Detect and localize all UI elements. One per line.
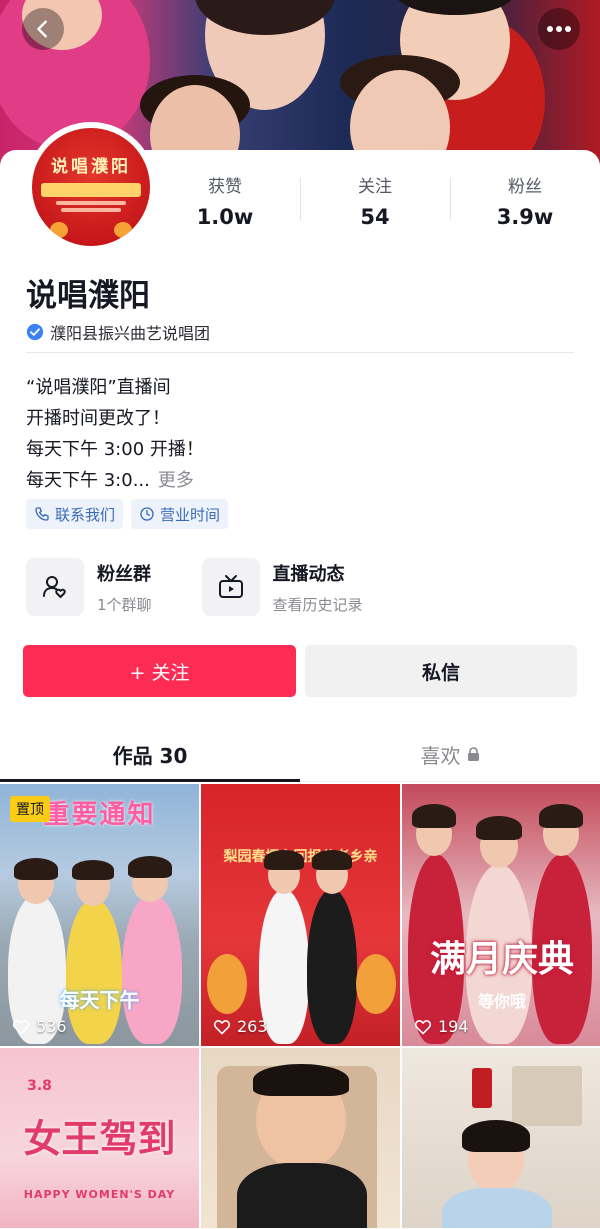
more-dots-icon (547, 26, 571, 32)
video-tile[interactable]: 满月庆典 等你哦 194 (402, 784, 600, 1046)
stat-likes[interactable]: 获赞 1.0w (150, 172, 300, 232)
bio-line: “说唱濮阳”直播间 (26, 377, 171, 398)
feature-title: 粉丝群 (97, 563, 151, 585)
stat-value: 1.0w (196, 205, 254, 229)
feature-subtitle: 1个群聊 (97, 595, 152, 614)
bio-line: 开播时间更改了！ (26, 408, 170, 429)
heart-icon (12, 1019, 30, 1034)
video-likes-count: 536 (36, 1017, 67, 1036)
profile-actions: + 关注 私信 (23, 645, 577, 697)
tab-likes[interactable]: 喜欢 (300, 728, 600, 781)
back-button[interactable] (22, 8, 64, 50)
stat-label: 关注 (358, 177, 392, 197)
bio-line: 每天下午 3:0... (26, 470, 150, 491)
video-overlay-text: 3.8 (27, 1078, 52, 1094)
bio-more-link[interactable]: 更多 (158, 470, 194, 491)
stat-value: 3.9w (496, 205, 554, 229)
more-button[interactable] (538, 8, 580, 50)
video-tile[interactable] (201, 1048, 400, 1228)
stat-followers[interactable]: 粉丝 3.9w (450, 172, 600, 232)
verified-label[interactable]: 濮阳县振兴曲艺说唱团 (26, 320, 210, 344)
profile-bio[interactable]: “说唱濮阳”直播间 开播时间更改了！ 每天下午 3:00 开播！ 每天下午 3:… (26, 372, 204, 496)
stat-value: 54 (360, 205, 390, 229)
divider (26, 352, 574, 353)
video-tile[interactable]: 3.8 女王驾到 HAPPY WOMEN'S DAY (0, 1048, 199, 1228)
profile-tags: 联系我们 营业时间 (26, 499, 229, 529)
business-hours-tag[interactable]: 营业时间 (131, 499, 229, 529)
tab-label: 作品 30 (112, 744, 188, 768)
video-likes: 536 (12, 1017, 67, 1036)
video-likes-count: 194 (438, 1017, 469, 1036)
video-tile[interactable]: 重要通知 每天下午 置顶 536 (0, 784, 199, 1046)
message-button[interactable]: 私信 (305, 645, 577, 697)
video-overlay-text: 等你哦 (477, 992, 526, 1011)
fan-group-entry[interactable]: 粉丝群 1个群聊 (26, 558, 152, 616)
video-likes: 263 (213, 1017, 268, 1036)
bio-line: 每天下午 3:00 开播！ (26, 439, 204, 460)
video-grid: 重要通知 每天下午 置顶 536 梨园春擂主回报父老乡亲 (0, 784, 600, 1228)
clock-icon (140, 507, 154, 521)
verified-badge-icon (26, 323, 44, 341)
video-likes: 194 (414, 1017, 469, 1036)
stat-label: 粉丝 (508, 177, 542, 197)
video-tile[interactable] (402, 1048, 600, 1228)
avatar[interactable]: 说唱濮阳 (26, 122, 156, 252)
heart-icon (213, 1019, 231, 1034)
video-overlay-text: 每天下午 (59, 988, 140, 1012)
verified-text: 濮阳县振兴曲艺说唱团 (50, 324, 211, 343)
feature-title: 直播动态 (272, 563, 345, 585)
follow-button[interactable]: + 关注 (23, 645, 296, 697)
profile-card: 说唱濮阳 获赞 1.0w 关注 54 粉丝 3.9w 说唱濮阳 濮阳县振兴曲艺说… (0, 122, 600, 1229)
chevron-left-icon (37, 20, 47, 38)
profile-name: 说唱濮阳 (26, 278, 150, 314)
tab-label: 喜欢 (420, 744, 461, 768)
video-overlay-text: HAPPY WOMEN'S DAY (23, 1188, 176, 1201)
video-tile[interactable]: 梨园春擂主回报父老乡亲 263 (201, 784, 400, 1046)
contact-us-tag[interactable]: 联系我们 (26, 499, 124, 529)
tv-icon (218, 575, 243, 598)
profile-stats: 获赞 1.0w 关注 54 粉丝 3.9w (150, 172, 600, 232)
video-overlay-text: 女王驾到 (23, 1116, 176, 1161)
pinned-badge: 置顶 (10, 796, 50, 822)
tag-label: 营业时间 (160, 505, 221, 524)
feature-subtitle: 查看历史记录 (272, 595, 363, 614)
avatar-title: 说唱濮阳 (51, 157, 131, 177)
stat-following[interactable]: 关注 54 (300, 172, 450, 232)
lock-icon (467, 747, 479, 761)
tag-label: 联系我们 (55, 505, 116, 524)
video-overlay-text: 满月庆典 (429, 939, 574, 980)
phone-icon (35, 507, 49, 521)
stat-label: 获赞 (208, 177, 242, 197)
live-history-entry[interactable]: 直播动态 查看历史记录 (201, 558, 363, 616)
content-tabs: 作品 30 喜欢 (0, 728, 600, 782)
profile-features: 粉丝群 1个群聊 直播动态 查看历史记录 (26, 558, 363, 616)
video-likes-count: 263 (237, 1017, 268, 1036)
tab-works[interactable]: 作品 30 (0, 728, 300, 782)
heart-icon (414, 1019, 432, 1034)
fan-group-icon (43, 576, 66, 598)
